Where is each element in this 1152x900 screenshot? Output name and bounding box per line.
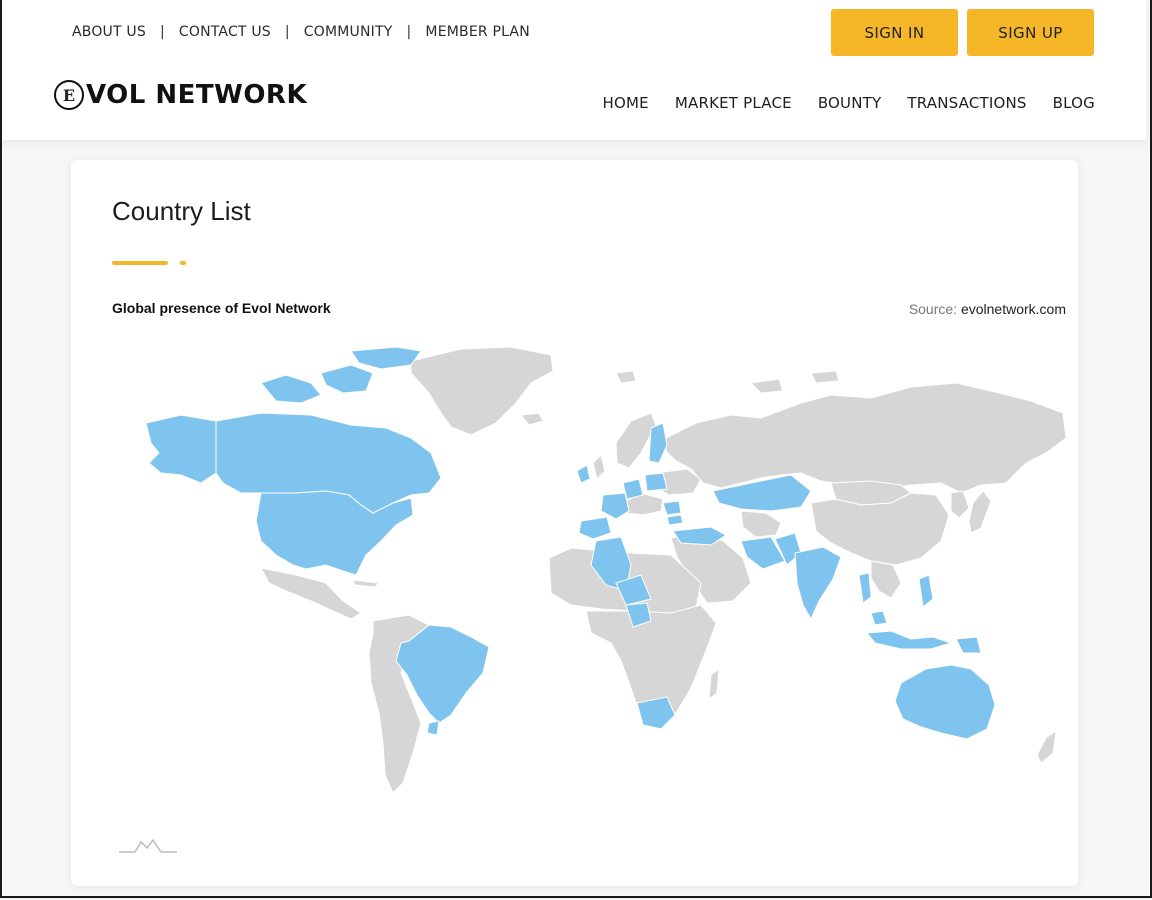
region-south-africa[interactable] bbox=[636, 696, 676, 730]
separator: | bbox=[159, 24, 165, 40]
region-new-zealand[interactable] bbox=[1036, 729, 1057, 764]
about-us-link[interactable]: ABOUT US bbox=[72, 24, 146, 40]
region-arctic-russia-islands[interactable] bbox=[749, 370, 840, 394]
region-central-asia[interactable] bbox=[740, 510, 782, 538]
region-cuba[interactable] bbox=[352, 579, 381, 588]
region-france[interactable] bbox=[600, 492, 630, 520]
region-russia[interactable] bbox=[665, 382, 1067, 494]
card-title: Country List bbox=[112, 196, 251, 226]
community-link[interactable]: COMMUNITY bbox=[304, 24, 393, 40]
region-uruguay[interactable] bbox=[426, 720, 440, 736]
source-link[interactable]: evolnetwork.com bbox=[961, 301, 1066, 317]
nav-market-place[interactable]: MARKET PLACE bbox=[675, 94, 792, 112]
region-poland[interactable] bbox=[644, 472, 668, 492]
separator: | bbox=[284, 24, 290, 40]
region-thailand[interactable] bbox=[858, 572, 872, 604]
region-korea-japan[interactable] bbox=[950, 490, 992, 534]
country-list-card: Country List Global presence of Evol Net… bbox=[71, 160, 1078, 886]
region-australia[interactable] bbox=[894, 664, 996, 740]
region-ireland[interactable] bbox=[576, 464, 591, 484]
region-finland[interactable] bbox=[648, 422, 668, 464]
map-source: Source: evolnetwork.com bbox=[909, 301, 1066, 317]
world-map[interactable] bbox=[111, 343, 1069, 813]
logo-text: VOL NETWORK bbox=[86, 80, 308, 110]
source-label: Source: bbox=[908, 301, 958, 317]
nav-transactions[interactable]: TRANSACTIONS bbox=[907, 94, 1026, 112]
region-svalbard[interactable] bbox=[615, 370, 637, 384]
region-southeast-asia[interactable] bbox=[870, 560, 902, 599]
main-nav: HOME MARKET PLACE BOUNTY TRANSACTIONS BL… bbox=[603, 94, 1095, 112]
auth-buttons: SIGN IN SIGN UP bbox=[831, 9, 1094, 56]
region-uk[interactable] bbox=[592, 454, 606, 480]
map-watermark-icon bbox=[119, 838, 177, 853]
region-iceland[interactable] bbox=[520, 412, 544, 426]
region-india[interactable] bbox=[794, 546, 842, 621]
contact-us-link[interactable]: CONTACT US bbox=[179, 24, 271, 40]
title-underline bbox=[112, 261, 168, 265]
region-mexico-central-america[interactable] bbox=[260, 567, 362, 620]
region-philippines[interactable] bbox=[918, 574, 934, 608]
site-logo[interactable]: E VOL NETWORK bbox=[54, 80, 307, 110]
region-indonesia[interactable] bbox=[866, 630, 953, 650]
sign-up-button[interactable]: SIGN UP bbox=[967, 9, 1094, 56]
nav-blog[interactable]: BLOG bbox=[1053, 94, 1095, 112]
region-canadian-arctic-islands[interactable] bbox=[260, 346, 422, 404]
region-madagascar[interactable] bbox=[708, 667, 720, 701]
sign-in-button[interactable]: SIGN IN bbox=[831, 9, 958, 56]
region-bulgaria[interactable] bbox=[666, 514, 684, 526]
site-header: ABOUT US | CONTACT US | COMMUNITY | MEMB… bbox=[2, 0, 1146, 140]
top-links: ABOUT US | CONTACT US | COMMUNITY | MEMB… bbox=[72, 24, 530, 40]
region-germany[interactable] bbox=[622, 478, 644, 500]
map-title: Global presence of Evol Network bbox=[112, 300, 331, 316]
region-spain[interactable] bbox=[578, 516, 612, 540]
separator: | bbox=[406, 24, 412, 40]
region-alaska[interactable] bbox=[145, 414, 217, 484]
nav-home[interactable]: HOME bbox=[603, 94, 649, 112]
nav-bounty[interactable]: BOUNTY bbox=[818, 94, 882, 112]
region-romania[interactable] bbox=[662, 500, 682, 516]
logo-mark-icon: E bbox=[54, 80, 84, 110]
region-papua-new-guinea[interactable] bbox=[955, 636, 982, 654]
title-underline-dot bbox=[180, 261, 186, 265]
region-malaysia[interactable] bbox=[870, 610, 888, 626]
member-plan-link[interactable]: MEMBER PLAN bbox=[425, 24, 529, 40]
